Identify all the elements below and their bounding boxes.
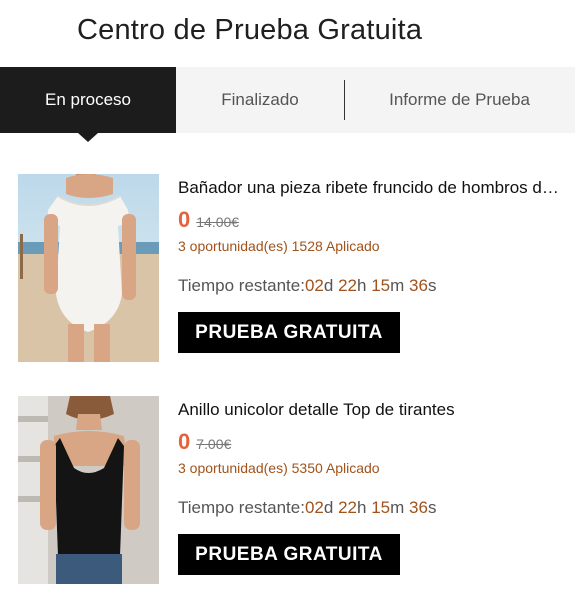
price-row: 0 14.00€: [178, 207, 568, 233]
timer-minutes-unit: m: [390, 276, 405, 295]
timer-minutes: 15: [371, 498, 391, 517]
product-info: Bañador una pieza ribete fruncido de hom…: [178, 174, 568, 353]
timer-seconds-unit: s: [427, 498, 437, 517]
timer-days-unit: d: [323, 498, 334, 517]
original-price: 14.00€: [196, 214, 240, 230]
product-card: Anillo unicolor detalle Top de tirantes …: [0, 396, 575, 586]
countdown-timer: Tiempo restante:02d 22h 15m 36s: [178, 498, 568, 520]
timer-days: 02: [304, 498, 324, 517]
free-trial-button[interactable]: PRUEBA GRATUITA: [178, 534, 400, 575]
product-info: Anillo unicolor detalle Top de tirantes …: [178, 396, 568, 575]
timer-seconds-unit: s: [427, 276, 437, 295]
free-trial-button[interactable]: PRUEBA GRATUITA: [178, 312, 400, 353]
timer-hours-unit: h: [356, 498, 367, 517]
tab-bar: En proceso Finalizado Informe de Prueba: [0, 67, 575, 142]
applied-count: 3 oportunidad(es) 1528 Aplicado: [178, 238, 380, 254]
page-title: Centro de Prueba Gratuita: [77, 14, 423, 46]
product-card: Bañador una pieza ribete fruncido de hom…: [0, 174, 575, 364]
product-name[interactable]: Bañador una pieza ribete fruncido de hom…: [178, 177, 563, 199]
timer-seconds: 36: [409, 498, 428, 517]
original-price: 7.00€: [196, 436, 232, 452]
tab-informe-de-prueba[interactable]: Informe de Prueba: [344, 67, 575, 133]
product-name[interactable]: Anillo unicolor detalle Top de tirantes: [178, 399, 563, 421]
applied-count: 3 oportunidad(es) 5350 Aplicado: [178, 460, 380, 476]
timer-hours: 22: [338, 498, 357, 517]
price-row: 0 7.00€: [178, 429, 568, 455]
product-image-swimsuit[interactable]: [18, 174, 159, 362]
timer-minutes: 15: [371, 276, 391, 295]
timer-days: 02: [304, 276, 324, 295]
tab-finalizado[interactable]: Finalizado: [176, 67, 344, 133]
timer-days-unit: d: [323, 276, 334, 295]
timer-minutes-unit: m: [390, 498, 405, 517]
timer-hours: 22: [338, 276, 357, 295]
countdown-timer: Tiempo restante:02d 22h 15m 36s: [178, 276, 568, 298]
timer-seconds: 36: [409, 276, 428, 295]
timer-label: Tiempo restante:: [178, 498, 305, 517]
trial-price: 0: [178, 429, 191, 454]
product-image-camisole[interactable]: [18, 396, 159, 584]
trial-price: 0: [178, 207, 191, 232]
timer-label: Tiempo restante:: [178, 276, 305, 295]
tab-en-proceso[interactable]: En proceso: [0, 67, 176, 142]
timer-hours-unit: h: [356, 276, 367, 295]
